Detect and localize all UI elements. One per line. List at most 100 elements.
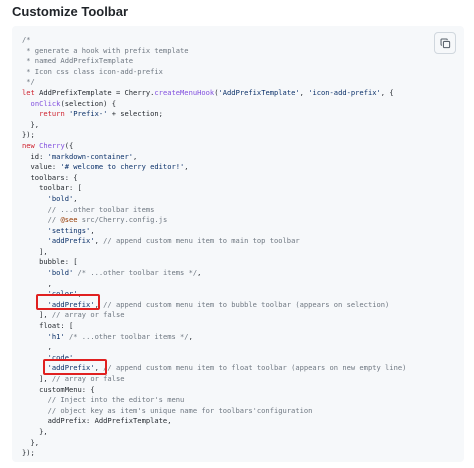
code-token: */	[22, 77, 35, 87]
code-token: // object key as item's unique name for …	[47, 405, 313, 415]
code-token: Cherry	[39, 140, 65, 150]
code-token: 'settings'	[47, 225, 91, 235]
code-token: ,	[94, 363, 104, 373]
code-token: * Icon css class icon-add-prefix	[22, 66, 163, 76]
code-line: ,	[22, 342, 406, 353]
code-token: ,	[90, 225, 95, 235]
code-line: /*	[22, 35, 406, 46]
code-token: addPrefix: AddPrefixTemplate,	[22, 416, 172, 426]
code-token: ],	[22, 310, 52, 320]
code-line: id: 'markdown-container',	[22, 152, 406, 163]
code-token: id:	[22, 151, 48, 161]
code-token: ,	[197, 268, 202, 278]
code-token: (selection) {	[60, 98, 116, 108]
code-line: });	[22, 448, 406, 459]
code-token: ],	[22, 374, 52, 383]
code-token: // ...other toolbar items	[47, 204, 155, 214]
code-token: 'h1'	[47, 331, 65, 341]
code-token: float: [	[22, 321, 74, 331]
code-token: 'color'	[47, 289, 78, 299]
code-token: * generate a hook with prefix template	[22, 45, 189, 55]
code-token: ,	[94, 299, 104, 309]
code-token: ],	[22, 246, 48, 256]
code-line: 'addPrefix', // append custom menu item …	[22, 300, 406, 311]
code-token: // array or false	[51, 374, 125, 383]
code-token: '# welcome to cherry editor!'	[60, 162, 185, 172]
code-token: },	[22, 426, 48, 436]
code-line: // Inject into the editor's menu	[22, 395, 406, 406]
code-token: bubble: [	[22, 257, 78, 267]
code-line: 'bold',	[22, 194, 406, 205]
code-line: addPrefix: AddPrefixTemplate,	[22, 416, 406, 427]
code-line: },	[22, 438, 406, 449]
code-line: * generate a hook with prefix template	[22, 46, 406, 57]
code-token: ({	[64, 140, 74, 150]
code-token: 'addPrefix'	[47, 363, 95, 373]
code-token: * named AddPrefixTemplate	[22, 56, 134, 66]
code-line: onClick(selection) {	[22, 99, 406, 110]
copy-button[interactable]	[434, 32, 456, 54]
code-block: /* * generate a hook with prefix templat…	[12, 26, 464, 462]
code-line: toolbars: {	[22, 173, 406, 184]
code-line: bubble: [	[22, 257, 406, 268]
code-line: 'bold' /* ...other toolbar items */,	[22, 268, 406, 279]
code-token: // append custom menu item to bubble too…	[103, 299, 390, 309]
code-line: value: '# welcome to cherry editor!',	[22, 162, 406, 173]
code-token: /*	[22, 35, 31, 44]
code-line: customMenu: {	[22, 385, 406, 396]
code-token: 'addPrefix'	[47, 299, 95, 309]
code-token: // append custom menu item to main top t…	[103, 236, 300, 246]
code-line: ],	[22, 247, 406, 258]
code-line: 'color',	[22, 289, 406, 300]
code-line: 'addPrefix', // append custom menu item …	[22, 363, 407, 374]
code-token: ,	[184, 162, 189, 172]
code-token: ,	[133, 151, 138, 161]
code-token: 'AddPrefixTemplate'	[218, 87, 300, 97]
code-token: AddPrefixTemplate = Cherry.	[39, 87, 155, 97]
code-line: 'code',	[22, 353, 406, 364]
code-token: createMenuHook	[154, 87, 215, 97]
code-token: ,	[73, 193, 78, 203]
code-token: ,	[22, 278, 52, 288]
code-token: /* ...other toolbar items */	[77, 268, 198, 278]
code-token: , {	[380, 87, 394, 97]
code-token: 'markdown-container'	[47, 151, 134, 161]
code-line: 'h1' /* ...other toolbar items */,	[22, 332, 406, 343]
code-line: ], // array or false	[22, 374, 406, 385]
code-line: 'addPrefix', // append custom menu item …	[22, 236, 406, 247]
code-token: /* ...other toolbar items */	[69, 331, 189, 341]
code-token: },	[22, 119, 40, 129]
code-token: },	[22, 437, 40, 447]
code-line: // ...other toolbar items	[22, 205, 406, 216]
code-token: // array or false	[51, 310, 125, 320]
code-line: // object key as item's unique name for …	[22, 406, 406, 417]
code-line: * Icon css class icon-add-prefix	[22, 67, 406, 78]
code-token: src/Cherry.config.js	[77, 215, 168, 225]
code-token: //	[47, 215, 61, 225]
code-content: /* * generate a hook with prefix templat…	[22, 35, 406, 459]
code-token: 'icon-add-prefix'	[308, 87, 381, 97]
code-token: 'bold'	[47, 193, 74, 203]
code-line: float: [	[22, 321, 406, 332]
code-token: ,	[94, 236, 104, 246]
code-token: let	[22, 87, 40, 97]
copy-icon	[440, 38, 451, 49]
code-token: ,	[299, 87, 309, 97]
code-line: * named AddPrefixTemplate	[22, 56, 406, 67]
code-line: 'settings',	[22, 226, 406, 237]
page-title: Customize Toolbar	[12, 4, 129, 19]
code-line: });	[22, 130, 406, 141]
